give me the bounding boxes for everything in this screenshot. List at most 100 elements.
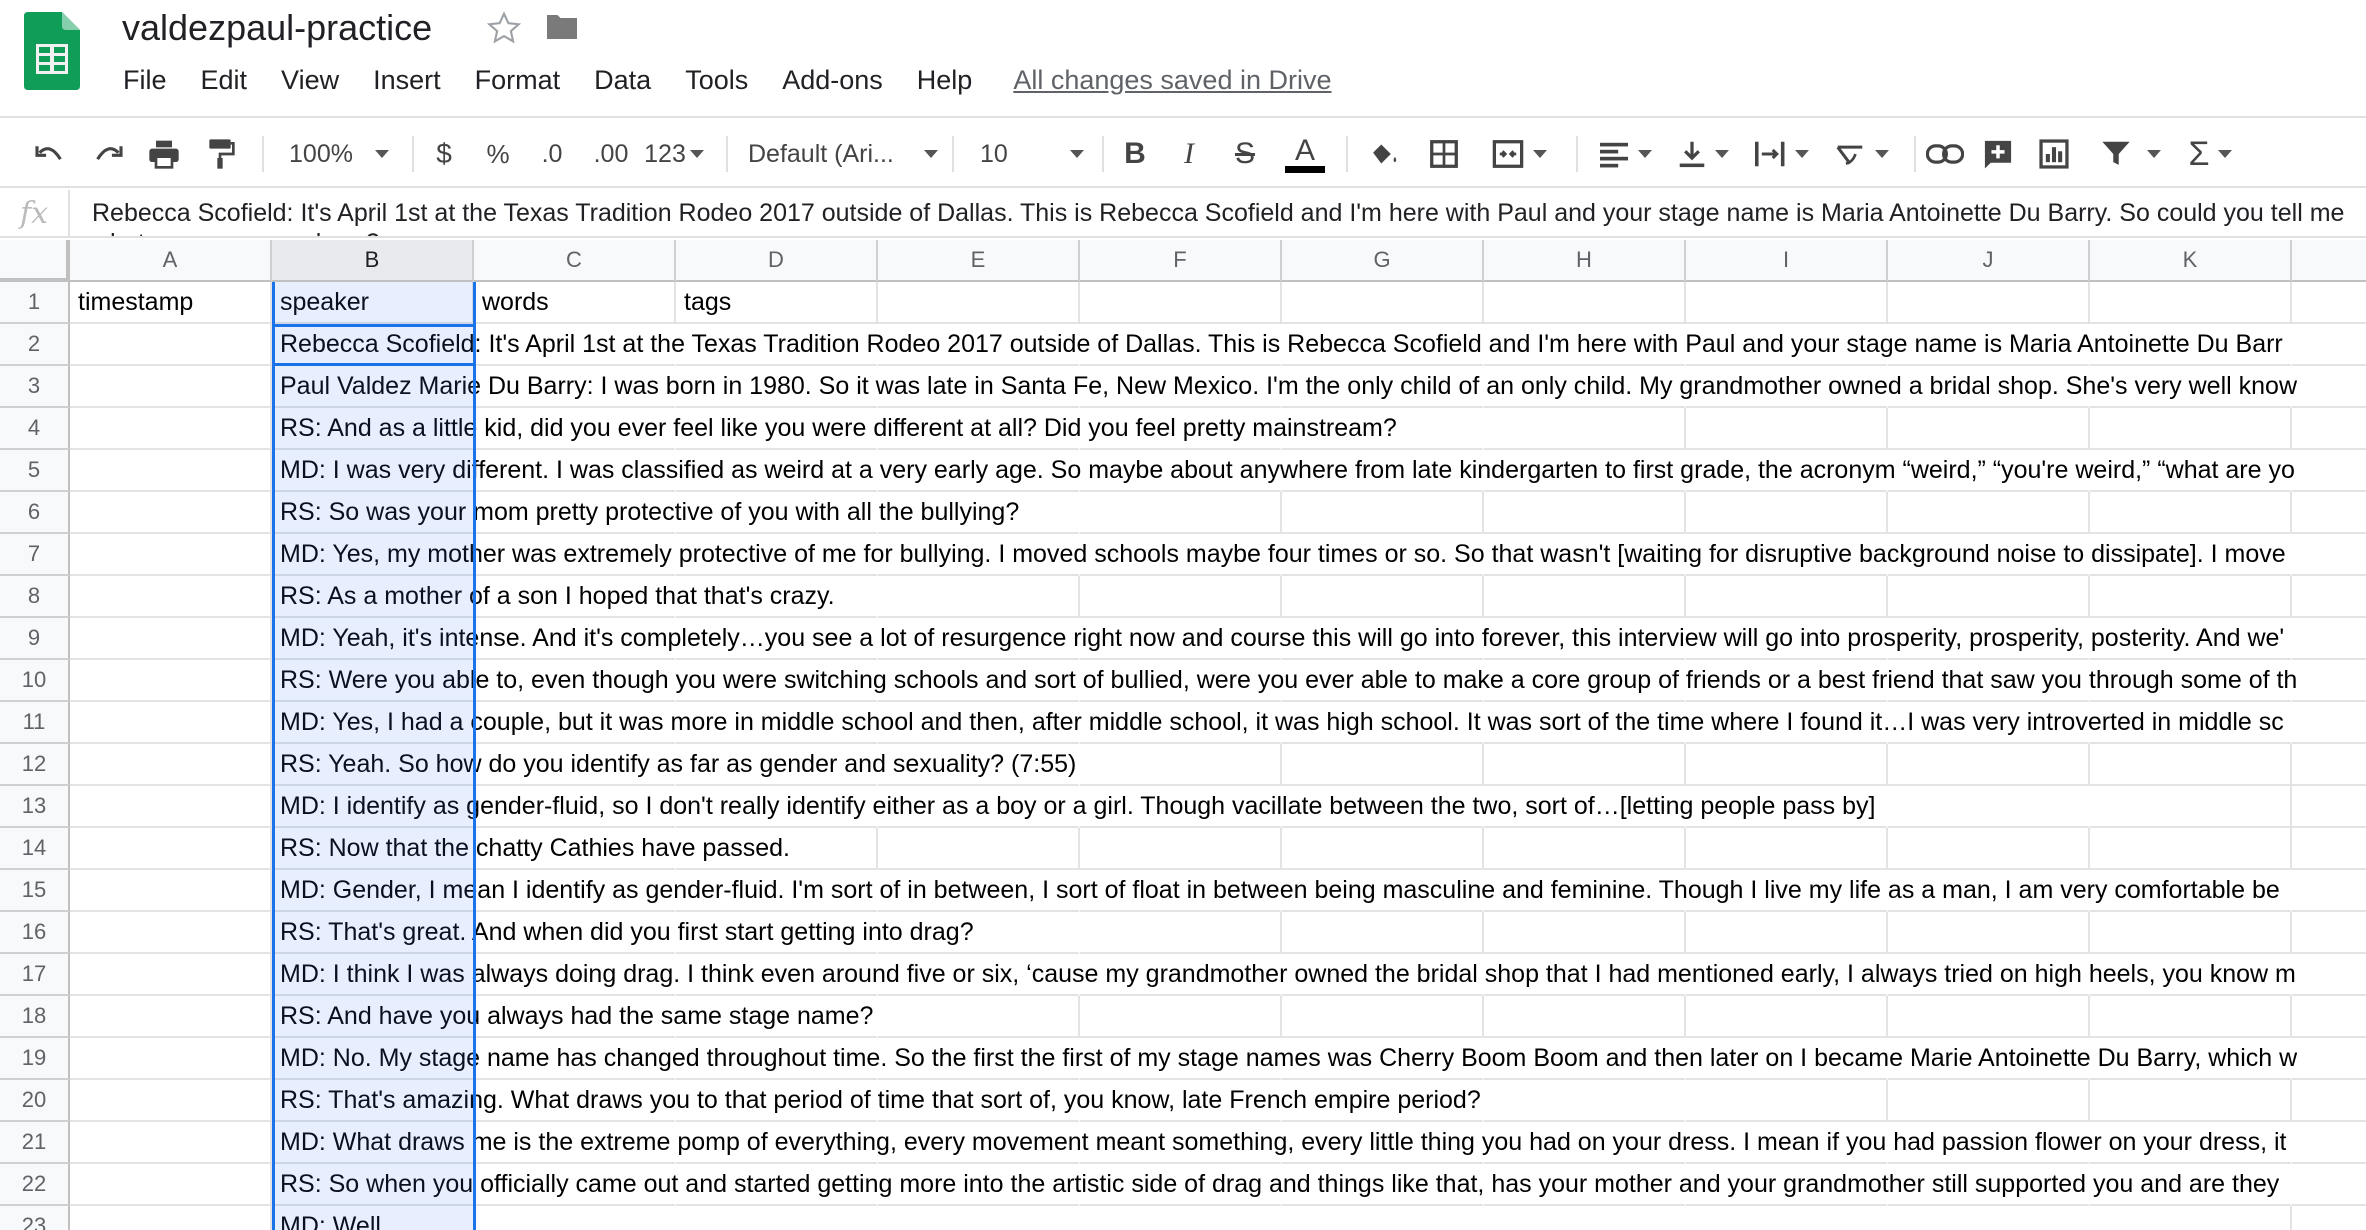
- row-header[interactable]: 11: [0, 702, 70, 744]
- cell-k21[interactable]: [2090, 1122, 2292, 1164]
- cell-h19[interactable]: [1484, 1038, 1686, 1080]
- cell-c19[interactable]: [474, 1038, 676, 1080]
- cell-b23[interactable]: [272, 1206, 474, 1230]
- cell-i7[interactable]: [1686, 534, 1888, 576]
- cell-h3[interactable]: [1484, 366, 1686, 408]
- cell-e13[interactable]: [878, 786, 1080, 828]
- cell-h20[interactable]: [1484, 1080, 1686, 1122]
- strikethrough-button[interactable]: S: [1224, 132, 1266, 176]
- cell-b14[interactable]: [272, 828, 474, 870]
- cell-b19[interactable]: [272, 1038, 474, 1080]
- cell-j5[interactable]: [1888, 450, 2090, 492]
- cell-g22[interactable]: [1282, 1164, 1484, 1206]
- cell-g7[interactable]: [1282, 534, 1484, 576]
- cell-g16[interactable]: [1282, 912, 1484, 954]
- cell-a14[interactable]: [70, 828, 272, 870]
- vertical-align-dropdown[interactable]: [1668, 132, 1738, 176]
- sheets-logo-icon[interactable]: [24, 12, 80, 90]
- cell-i18[interactable]: [1686, 996, 1888, 1038]
- cell-j2[interactable]: [1888, 324, 2090, 366]
- cell-k16[interactable]: [2090, 912, 2292, 954]
- cell-blank7[interactable]: [2292, 534, 2366, 576]
- cell-c1[interactable]: [474, 282, 676, 324]
- row-header[interactable]: 23: [0, 1206, 70, 1230]
- paint-format-button[interactable]: [198, 132, 242, 176]
- cell-f5[interactable]: [1080, 450, 1282, 492]
- font-size-dropdown[interactable]: 10: [980, 132, 1084, 176]
- cell-blank21[interactable]: [2292, 1122, 2366, 1164]
- column-header-f[interactable]: F: [1080, 240, 1282, 282]
- column-header-j[interactable]: J: [1888, 240, 2090, 282]
- cell-i6[interactable]: [1686, 492, 1888, 534]
- cell-f22[interactable]: [1080, 1164, 1282, 1206]
- cell-blank3[interactable]: [2292, 366, 2366, 408]
- cell-e9[interactable]: [878, 618, 1080, 660]
- cell-h18[interactable]: [1484, 996, 1686, 1038]
- cell-i21[interactable]: [1686, 1122, 1888, 1164]
- row-header[interactable]: 5: [0, 450, 70, 492]
- cell-i8[interactable]: [1686, 576, 1888, 618]
- cell-j21[interactable]: [1888, 1122, 2090, 1164]
- cell-k20[interactable]: [2090, 1080, 2292, 1122]
- cell-d21[interactable]: [676, 1122, 878, 1164]
- cell-c10[interactable]: [474, 660, 676, 702]
- cell-k18[interactable]: [2090, 996, 2292, 1038]
- undo-button[interactable]: [28, 132, 72, 176]
- cell-g10[interactable]: [1282, 660, 1484, 702]
- cell-g17[interactable]: [1282, 954, 1484, 996]
- cell-blank18[interactable]: [2292, 996, 2366, 1038]
- cell-f10[interactable]: [1080, 660, 1282, 702]
- cell-a7[interactable]: [70, 534, 272, 576]
- cell-d1[interactable]: [676, 282, 878, 324]
- cell-h9[interactable]: [1484, 618, 1686, 660]
- cell-k13[interactable]: [2090, 786, 2292, 828]
- folder-icon[interactable]: [544, 12, 580, 42]
- cell-b9[interactable]: [272, 618, 474, 660]
- zoom-dropdown[interactable]: 100%: [284, 132, 394, 176]
- star-icon[interactable]: [486, 10, 522, 46]
- cell-i2[interactable]: [1686, 324, 1888, 366]
- cell-e15[interactable]: [878, 870, 1080, 912]
- cell-d19[interactable]: [676, 1038, 878, 1080]
- cell-k12[interactable]: [2090, 744, 2292, 786]
- cell-blank19[interactable]: [2292, 1038, 2366, 1080]
- insert-link-button[interactable]: [1920, 132, 1970, 176]
- row-header[interactable]: 7: [0, 534, 70, 576]
- cell-g5[interactable]: [1282, 450, 1484, 492]
- cell-e4[interactable]: [878, 408, 1080, 450]
- cell-f15[interactable]: [1080, 870, 1282, 912]
- cell-k9[interactable]: [2090, 618, 2292, 660]
- cell-c13[interactable]: [474, 786, 676, 828]
- cell-g12[interactable]: [1282, 744, 1484, 786]
- cell-j9[interactable]: [1888, 618, 2090, 660]
- cell-f7[interactable]: [1080, 534, 1282, 576]
- cell-a21[interactable]: [70, 1122, 272, 1164]
- column-header-b[interactable]: B: [272, 240, 474, 282]
- cell-f18[interactable]: [1080, 996, 1282, 1038]
- row-header[interactable]: 20: [0, 1080, 70, 1122]
- cell-a9[interactable]: [70, 618, 272, 660]
- cell-f14[interactable]: [1080, 828, 1282, 870]
- cell-i13[interactable]: [1686, 786, 1888, 828]
- cell-f6[interactable]: [1080, 492, 1282, 534]
- cell-k4[interactable]: [2090, 408, 2292, 450]
- cell-d2[interactable]: [676, 324, 878, 366]
- cell-e10[interactable]: [878, 660, 1080, 702]
- cell-j18[interactable]: [1888, 996, 2090, 1038]
- cell-h15[interactable]: [1484, 870, 1686, 912]
- cell-k10[interactable]: [2090, 660, 2292, 702]
- menu-help[interactable]: Help: [900, 58, 990, 102]
- cell-j22[interactable]: [1888, 1164, 2090, 1206]
- cell-g21[interactable]: [1282, 1122, 1484, 1164]
- cell-k17[interactable]: [2090, 954, 2292, 996]
- cell-b3[interactable]: [272, 366, 474, 408]
- cell-d17[interactable]: [676, 954, 878, 996]
- cell-blank6[interactable]: [2292, 492, 2366, 534]
- column-header-g[interactable]: G: [1282, 240, 1484, 282]
- cell-blank4[interactable]: [2292, 408, 2366, 450]
- cell-a5[interactable]: [70, 450, 272, 492]
- cell-e2[interactable]: [878, 324, 1080, 366]
- cell-f16[interactable]: [1080, 912, 1282, 954]
- cell-c12[interactable]: [474, 744, 676, 786]
- cell-j12[interactable]: [1888, 744, 2090, 786]
